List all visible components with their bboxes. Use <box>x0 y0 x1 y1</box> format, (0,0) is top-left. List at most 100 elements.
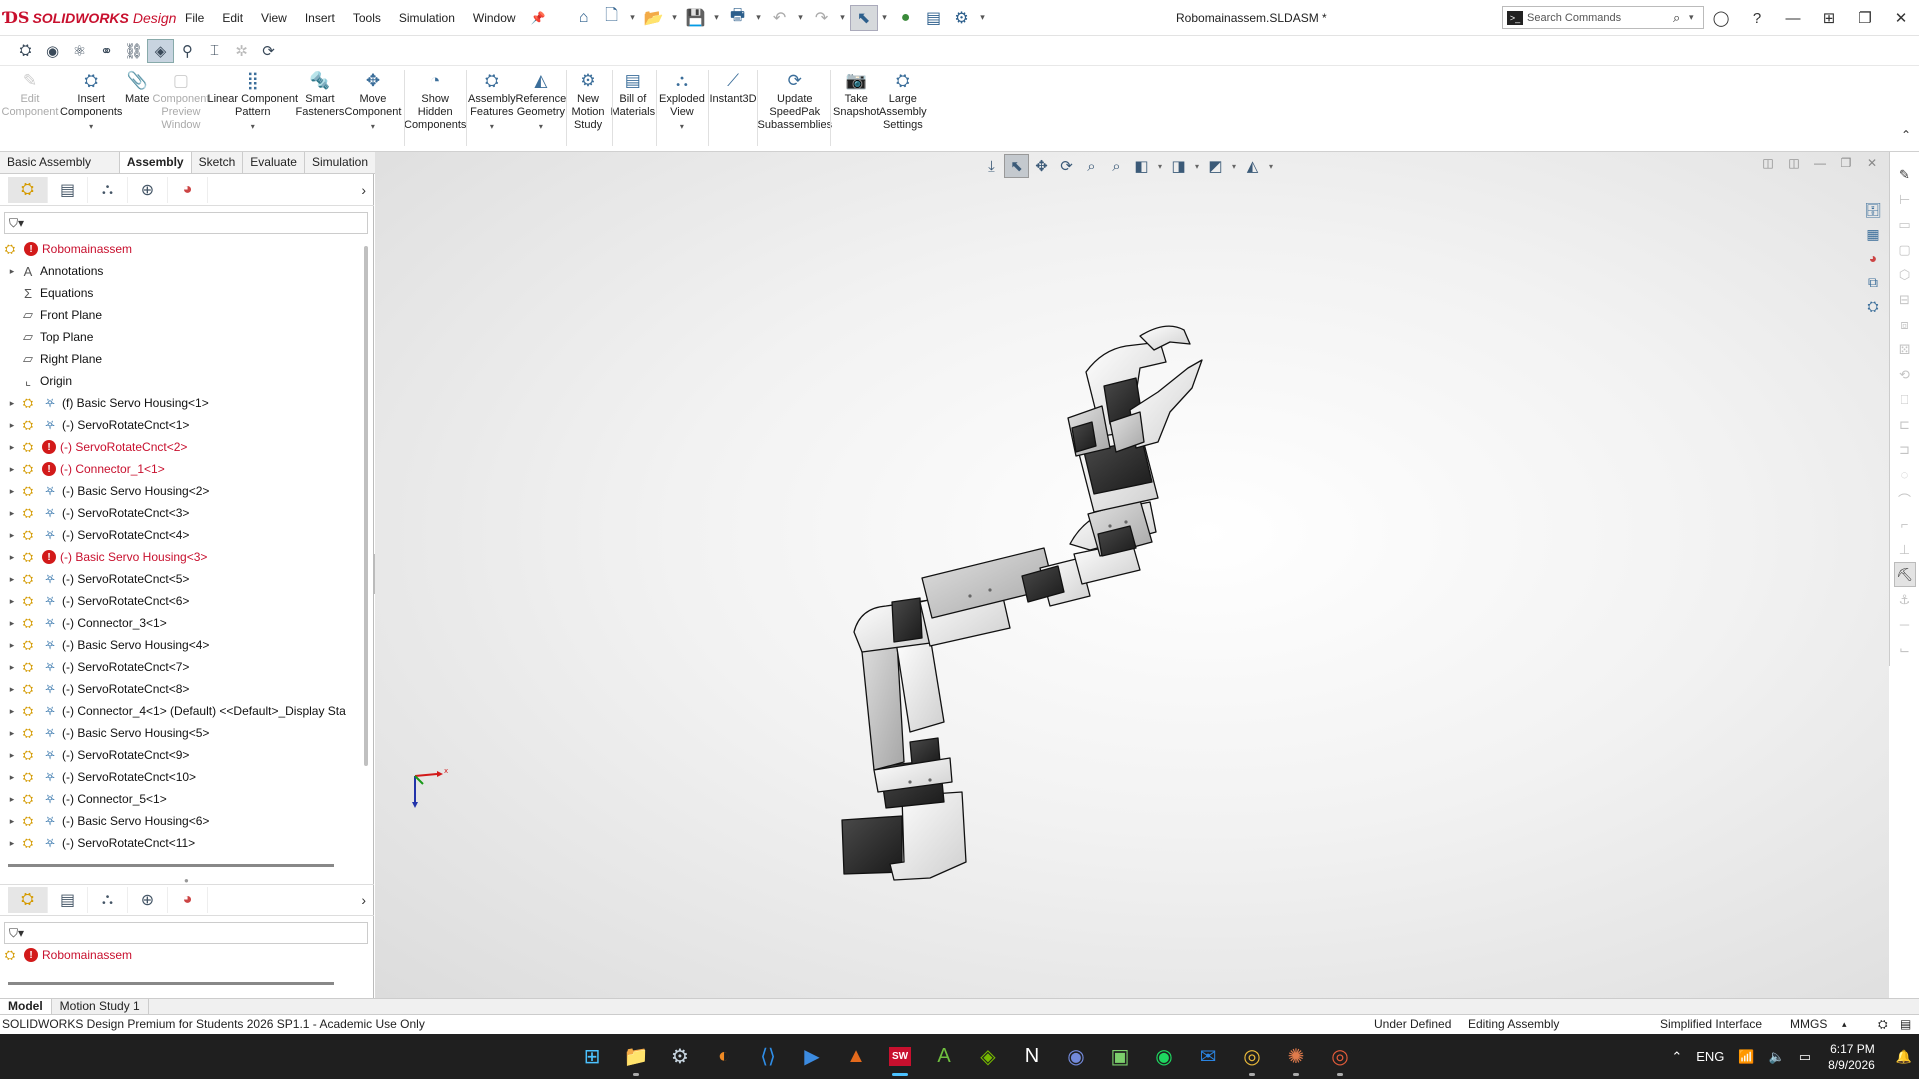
tree-row[interactable]: ▸ ⛭ ⛧ (-) Basic Servo Housing<4> <box>0 634 364 656</box>
dimxpert-tab-icon[interactable]: ⊕ <box>128 176 168 203</box>
status-interface[interactable]: Simplified Interface <box>1660 1015 1762 1034</box>
new-dropdown-icon[interactable]: ▾ <box>626 5 640 31</box>
rebuild-tools-icon[interactable]: ⛓ <box>120 39 147 63</box>
configuration-manager-tab-icon-2[interactable]: ⛬ <box>88 887 128 913</box>
claude-icon[interactable]: ✺ <box>1274 1037 1318 1077</box>
viewport-close-icon[interactable]: ✕ <box>1859 156 1885 170</box>
tree-row[interactable]: ▸ ⛭! (-) Basic Servo Housing<3> <box>0 546 364 568</box>
view-palette-icon[interactable]: ⧉ <box>1862 270 1884 294</box>
tree-row[interactable]: ▸ ⛭ ⛧ (-) ServoRotateCnct<10> <box>0 766 364 788</box>
menu-edit[interactable]: Edit <box>213 0 252 36</box>
feature-manager-tab-icon-2[interactable]: ⛭ <box>8 887 48 913</box>
tree-row[interactable]: ▸ ⛭ ⛧ (-) ServoRotateCnct<9> <box>0 744 364 766</box>
menu-tools[interactable]: Tools <box>344 0 390 36</box>
appearance-sphere-icon[interactable]: ◉ <box>39 39 66 63</box>
rotate-icon[interactable]: ⟳ <box>1054 154 1079 178</box>
windows-start-icon[interactable]: ⊞ <box>570 1037 614 1077</box>
expand-arrow-icon[interactable]: ▸ <box>6 552 18 563</box>
tree-row[interactable]: ▸ ⛭ ⛧ (-) Basic Servo Housing<6> <box>0 810 364 832</box>
expand-arrow-icon[interactable]: ▸ <box>6 662 18 673</box>
menu-view[interactable]: View <box>252 0 296 36</box>
pattern-tool-icon[interactable]: ⚄ <box>1894 337 1916 362</box>
ribbon-bom-button[interactable]: ▤ Bill of Materials <box>611 70 656 119</box>
design-library-icon[interactable]: 🗄 <box>1862 198 1884 222</box>
file-properties-icon[interactable]: ▤ <box>920 5 948 31</box>
line-icon[interactable]: ─ <box>1894 612 1916 637</box>
select-dropdown-icon[interactable]: ▾ <box>878 5 892 31</box>
mate-reference-icon[interactable]: ⚲ <box>174 39 201 63</box>
tab-sketch[interactable]: Sketch <box>192 152 244 173</box>
active-tool-icon[interactable]: ⛏ <box>1893 562 1916 587</box>
file-explorer-pane-icon[interactable]: ▦ <box>1862 222 1884 246</box>
expand-arrow-icon[interactable]: ▸ <box>6 816 18 827</box>
save-icon[interactable]: 💾 <box>682 5 710 31</box>
tree-row[interactable]: ▸ ⛭ ⛧ (f) Basic Servo Housing<1> <box>0 392 364 414</box>
ribbon-preview-window-button[interactable]: ▢ Component Preview Window <box>153 70 210 132</box>
print-dropdown-icon[interactable]: ▾ <box>752 5 766 31</box>
tree-row[interactable]: ▸ ⛭ ⛧ (-) ServoRotateCnct<7> <box>0 656 364 678</box>
tab-basic-assembly-tools[interactable]: Basic Assembly Tools <box>0 152 120 190</box>
ribbon-dropdown-icon[interactable]: ▾ <box>89 120 93 133</box>
expand-arrow-icon[interactable]: ▸ <box>6 706 18 717</box>
spotify-icon[interactable]: ◉ <box>1142 1037 1186 1077</box>
property-manager-tab-icon-2[interactable]: ▤ <box>48 887 88 913</box>
app2-icon[interactable]: ▣ <box>1098 1037 1142 1077</box>
redo-icon[interactable]: ↷ <box>808 5 836 31</box>
graphics-area[interactable]: ⤓ ⬉ ✥ ⟳ ⌕ ⌕ ◧ ▾ ◨ ▾ ◩ ▾ ◭ ▾ ◫ ◫ — ❐ ✕ x <box>375 152 1889 998</box>
tree-row[interactable]: ▸ A Annotations <box>0 260 364 282</box>
tree-horizontal-scrollbar[interactable] <box>8 864 334 867</box>
tree-row[interactable]: ▸ ⛭ ⛧ (-) ServoRotateCnct<4> <box>0 524 364 546</box>
close-icon[interactable]: ✕ <box>1883 9 1919 27</box>
construction-line-icon[interactable]: ⊥ <box>1894 537 1916 562</box>
discord-icon[interactable]: ◉ <box>1054 1037 1098 1077</box>
mirror-icon[interactable]: ⟲ <box>1894 362 1916 387</box>
tray-overflow-icon[interactable]: ⌃ <box>1664 1049 1689 1065</box>
expand-arrow-icon[interactable]: ▸ <box>6 618 18 629</box>
ribbon-assembly-features-button[interactable]: ⛭ Assembly Features ▾ <box>468 70 516 133</box>
expand-arrow-icon[interactable]: ▸ <box>6 684 18 695</box>
home-icon[interactable]: ⌂ <box>570 5 598 31</box>
terminal-icon[interactable]: ▶ <box>790 1037 834 1077</box>
ribbon-instant3d-button[interactable]: ⟋ Instant3D <box>710 70 757 106</box>
tree-row[interactable]: ▸ ⛭ ⛧ (-) Basic Servo Housing<5> <box>0 722 364 744</box>
property-manager-tab-icon[interactable]: ▤ <box>48 176 88 203</box>
display-manager-tab-icon[interactable]: ◕ <box>168 176 208 203</box>
offset-icon[interactable]: ⧈ <box>1894 312 1916 337</box>
expand-arrow-icon[interactable]: ▸ <box>6 750 18 761</box>
robot-arm-assembly-model[interactable] <box>840 302 1280 882</box>
options-gear-icon[interactable]: ⚙ <box>948 5 976 31</box>
tree-row[interactable]: ▸ ⛭ ⛧ (-) Connector_5<1> <box>0 788 364 810</box>
options-dropdown-icon[interactable]: ▾ <box>976 5 990 31</box>
tree-row[interactable]: ▸ ⛭ ⛧ (-) ServoRotateCnct<3> <box>0 502 364 524</box>
chat-status-icon[interactable]: ▤ <box>1900 1015 1911 1034</box>
panel-expand-arrow-icon[interactable]: › <box>361 182 366 198</box>
tree-row[interactable]: ▸ ⛭ ⛧ (-) ServoRotateCnct<1> <box>0 414 364 436</box>
save-dropdown-icon[interactable]: ▾ <box>710 5 724 31</box>
ribbon-fastener-button[interactable]: 🔩 Smart Fasteners <box>296 70 345 119</box>
expand-arrow-icon[interactable]: ▸ <box>6 530 18 541</box>
units-dropdown-icon[interactable]: ▴ <box>1842 1015 1847 1034</box>
help-icon[interactable]: ? <box>1739 10 1775 27</box>
convert-icon[interactable]: ⊏ <box>1894 412 1916 437</box>
ribbon-pattern-button[interactable]: ⣿ Linear Component Pattern ▾ <box>208 70 299 133</box>
ribbon-speedpak-button[interactable]: ⟳ Update SpeedPak Subassemblies <box>758 70 833 132</box>
tree-row[interactable]: ▸ ⛭! (-) Connector_1<1> <box>0 458 364 480</box>
menu-window[interactable]: Window <box>464 0 525 36</box>
tree2-horizontal-scrollbar[interactable] <box>8 982 334 985</box>
dimxpert-tab-icon-2[interactable]: ⊕ <box>128 887 168 913</box>
chrome-icon[interactable]: ◎ <box>1230 1037 1274 1077</box>
ribbon-motion-study-button[interactable]: ⚙ New Motion Study <box>572 70 605 132</box>
tree-row[interactable]: ▸ ⛭ ⛧ (-) ServoRotateCnct<5> <box>0 568 364 590</box>
expand-arrow-icon[interactable]: ▸ <box>6 420 18 431</box>
ribbon-mate-button[interactable]: 📎 Mate <box>125 70 149 106</box>
solidworks-icon[interactable]: SW <box>878 1037 922 1077</box>
altium-icon[interactable]: A <box>922 1037 966 1077</box>
fillet-icon[interactable]: ⌐ <box>1894 512 1916 537</box>
redo-dropdown-icon[interactable]: ▾ <box>836 5 850 31</box>
smart-dimension-icon[interactable]: ⊢ <box>1894 187 1916 212</box>
expand-arrow-icon[interactable]: ▸ <box>6 772 18 783</box>
undo-dropdown-icon[interactable]: ▾ <box>794 5 808 31</box>
feature-manager-tab-icon[interactable]: ⛭ <box>8 176 48 203</box>
tab-motion-study-1[interactable]: Motion Study 1 <box>52 999 149 1014</box>
print-icon[interactable]: 🖶 <box>724 5 752 31</box>
